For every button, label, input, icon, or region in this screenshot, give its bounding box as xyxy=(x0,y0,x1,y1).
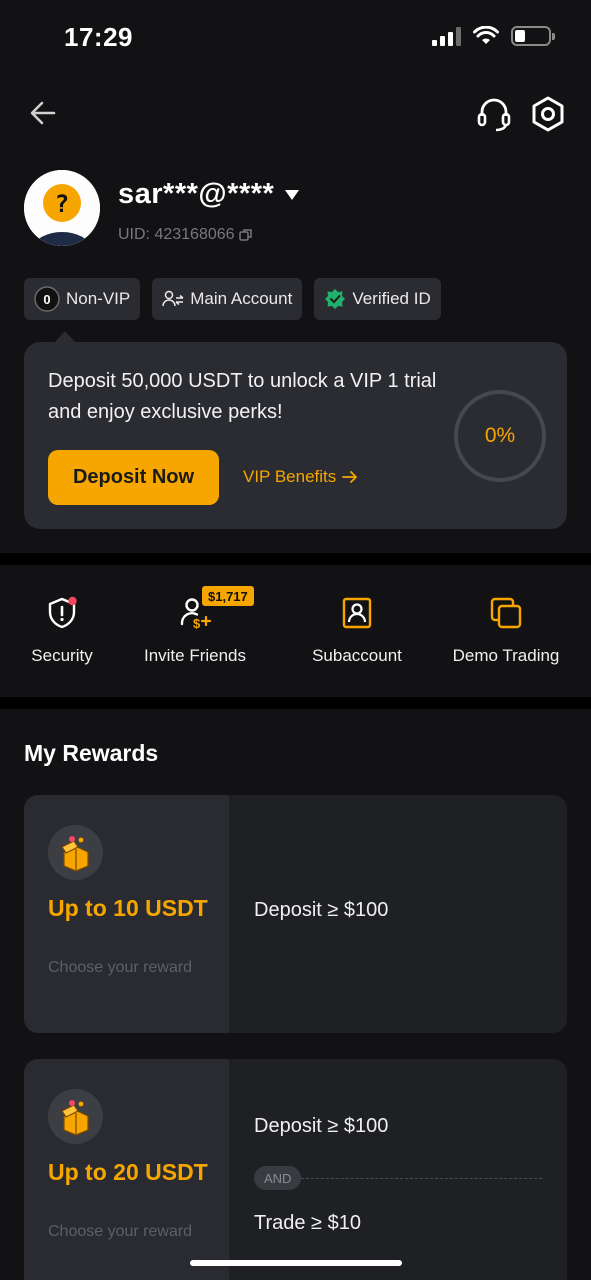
deposit-now-button[interactable]: Deposit Now xyxy=(48,450,219,505)
subaccount-action[interactable]: Subaccount xyxy=(287,596,427,666)
vip-level-label: Non-VIP xyxy=(66,289,131,308)
and-pill: AND xyxy=(254,1166,302,1190)
invite-friends-label: Invite Friends xyxy=(143,646,247,665)
vip-level-icon: 0 xyxy=(34,286,60,312)
svg-text:?: ? xyxy=(55,190,69,218)
account-switch-icon xyxy=(162,290,184,307)
verified-badge-icon xyxy=(325,289,346,309)
section-divider xyxy=(0,553,591,565)
reward-summary: Up to 20 USDT Choose your reward xyxy=(24,1059,229,1280)
caret-down-icon[interactable] xyxy=(284,189,300,201)
verified-id-label: Verified ID xyxy=(352,289,431,308)
invite-friends-action[interactable]: $ Invite Friends xyxy=(125,596,265,666)
arrow-left-icon[interactable] xyxy=(26,96,60,130)
hexagon-settings-icon[interactable] xyxy=(528,94,568,134)
demo-trading-label: Demo Trading xyxy=(452,646,560,665)
reward-condition: Deposit ≥ $100 xyxy=(254,899,389,921)
demo-trading-icon xyxy=(490,597,522,629)
vip-progress-ring: 0% xyxy=(454,390,546,482)
username-text: sar***@**** xyxy=(118,178,275,210)
security-action[interactable]: Security xyxy=(0,596,132,666)
status-icons xyxy=(432,26,555,46)
main-account-label: Main Account xyxy=(190,289,293,308)
reward-subtitle: Choose your reward xyxy=(48,1223,193,1240)
verified-id-badge[interactable]: Verified ID xyxy=(314,278,441,320)
vip-benefits-label: VIP Benefits xyxy=(243,467,337,486)
reward-subtitle: Choose your reward xyxy=(48,959,193,976)
reward-condition: Deposit ≥ $100 xyxy=(254,1115,389,1137)
vip-progress-value: 0% xyxy=(484,424,516,447)
vip-level-badge[interactable]: 0 Non-VIP xyxy=(24,278,141,320)
subaccount-label: Subaccount xyxy=(312,646,402,665)
uid-text: UID: 423168066 xyxy=(118,226,235,243)
username[interactable]: sar***@**** xyxy=(118,178,300,211)
condition-joiner: AND xyxy=(254,1166,542,1190)
reward-amount: Up to 20 USDT xyxy=(48,1159,208,1185)
vip-benefits-link[interactable]: VIP Benefits xyxy=(243,467,358,487)
avatar[interactable]: ? xyxy=(24,170,100,246)
arrow-right-icon xyxy=(342,471,358,483)
reward-card[interactable]: Up to 10 USDT Choose your reward Deposit… xyxy=(24,795,567,1033)
avatar-image: ? xyxy=(24,170,100,246)
security-label: Security xyxy=(31,646,93,665)
svg-text:0: 0 xyxy=(43,292,50,307)
svg-text:$: $ xyxy=(193,616,201,630)
demo-trading-action[interactable]: Demo Trading xyxy=(436,596,576,666)
reward-conditions: Deposit ≥ $100 xyxy=(229,795,567,1033)
gift-box-icon xyxy=(48,1089,103,1144)
home-indicator[interactable] xyxy=(190,1260,402,1266)
dashed-divider xyxy=(301,1177,542,1179)
reward-summary: Up to 10 USDT Choose your reward xyxy=(24,795,229,1033)
reward-condition: Trade ≥ $10 xyxy=(254,1212,361,1234)
reward-conditions: Deposit ≥ $100 AND Trade ≥ $10 xyxy=(229,1059,567,1280)
wifi-icon xyxy=(473,26,499,44)
copy-icon[interactable] xyxy=(238,228,253,242)
status-time: 17:29 xyxy=(64,22,133,52)
shield-alert-icon xyxy=(48,596,77,629)
cellular-signal-icon xyxy=(432,26,461,46)
reward-amount: Up to 10 USDT xyxy=(48,895,208,921)
rewards-title: My Rewards xyxy=(24,740,159,766)
referral-reward-badge: $1,717 xyxy=(202,586,254,606)
gift-box-icon xyxy=(48,825,103,880)
reward-card[interactable]: Up to 20 USDT Choose your reward Deposit… xyxy=(24,1059,567,1280)
battery-icon xyxy=(511,26,555,46)
vip-message: Deposit 50,000 USDT to unlock a VIP 1 tr… xyxy=(48,370,437,423)
uid: UID: 423168066 xyxy=(118,226,253,244)
subaccount-icon xyxy=(342,597,372,629)
headset-icon[interactable] xyxy=(474,94,514,134)
section-divider xyxy=(0,697,591,709)
badge-row: 0 Non-VIP Main Account Verified ID xyxy=(24,278,441,320)
main-account-badge[interactable]: Main Account xyxy=(152,278,303,320)
